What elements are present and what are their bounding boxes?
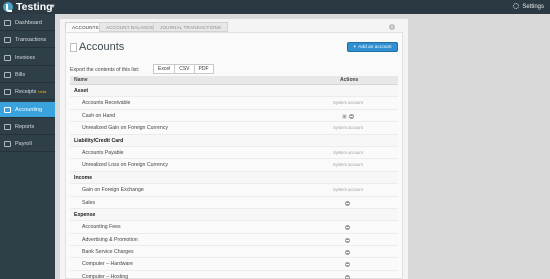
help-icon[interactable]: i [389, 24, 395, 30]
sidebar-item-label: Dashboard [15, 20, 42, 26]
account-name[interactable]: Gain on Foreign Exchange [82, 184, 144, 196]
table-body: Asset Accounts Receivable System account Ca… [70, 85, 398, 279]
chevron-down-icon[interactable]: ▼ [50, 4, 56, 10]
export-excel-button[interactable]: Excel [153, 64, 176, 74]
account-name[interactable]: Unrealized Loss on Foreign Currency [82, 159, 168, 171]
column-header-name: Name [74, 77, 88, 83]
system-account-label: System account [333, 100, 363, 106]
transactions-icon [4, 37, 11, 43]
sidebar-item-label: Reports [15, 124, 35, 130]
remove-icon[interactable] [345, 225, 350, 231]
account-name[interactable]: Unrealized Gain on Foreign Currency [82, 122, 168, 134]
page-title: Accounts [79, 41, 125, 53]
account-name[interactable]: Computer – Hardware [82, 258, 133, 270]
receipts-icon [4, 89, 11, 95]
table-row[interactable]: Unrealized Gain on Foreign Currency Syste… [70, 122, 398, 135]
table-row[interactable]: Unrealized Loss on Foreign Currency Syste… [70, 159, 398, 172]
export-label: Export the contents of this list: [70, 67, 140, 73]
reports-icon [4, 124, 11, 130]
account-name[interactable]: Accounts Receivable [82, 97, 130, 109]
sidebar-item-invoices[interactable]: Invoices [0, 50, 55, 66]
remove-icon[interactable] [349, 113, 354, 119]
sidebar-item-transactions[interactable]: Transactions [0, 32, 55, 48]
settings-label: Settings [522, 4, 544, 10]
system-account-label: System account [333, 125, 363, 131]
group-name: Expense [74, 211, 96, 218]
group-name: Income [74, 174, 93, 181]
system-account-label: System account [333, 149, 363, 155]
remove-icon[interactable] [345, 237, 350, 243]
group-name: Liability/Credit Card [74, 137, 124, 144]
account-name[interactable]: Accounts Payable [82, 147, 124, 159]
beta-badge: beta [38, 89, 47, 94]
table-row[interactable]: Accounts Payable System account [70, 147, 398, 160]
account-name[interactable]: Sales [82, 197, 95, 209]
account-name[interactable]: Cash on Hand [82, 110, 115, 122]
group-name: Asset [74, 88, 89, 94]
plus-icon: + [353, 45, 357, 50]
remove-icon[interactable] [345, 274, 350, 279]
accounts-panel: Accounts + Add an account Export the cont… [65, 32, 403, 279]
sidebar-item-dashboard[interactable]: Dashboard [0, 15, 55, 31]
invoices-icon [4, 55, 11, 61]
sidebar: Dashboard Transactions Invoices Bills Receip… [0, 14, 55, 279]
account-name[interactable]: Bank Service Charges [82, 246, 134, 258]
export-buttons: Excel CSV PDF [153, 64, 214, 74]
sidebar-item-label: Receipts [15, 89, 37, 95]
sidebar-item-label: Transactions [15, 37, 47, 43]
account-group-row: Liability/Credit Card [70, 134, 398, 147]
table-row[interactable]: Bank Service Charges [70, 246, 398, 259]
system-account-label: System account [333, 187, 363, 193]
table-row[interactable]: Computer – Hardware [70, 258, 398, 271]
account-group-row: Asset [70, 85, 398, 98]
system-account-label: System account [333, 162, 363, 168]
payroll-icon [4, 141, 11, 147]
sidebar-item-payroll[interactable]: Payroll [0, 136, 55, 152]
sidebar-item-label: Invoices [15, 55, 36, 61]
remove-icon[interactable] [345, 262, 350, 268]
main-panel: ACCOUNTS ACCOUNT BALANCES JOURNAL TRANSA… [60, 19, 408, 279]
dashboard-icon [4, 20, 11, 26]
top-bar: Testing ▼ Settings [0, 0, 550, 14]
table-header: Name Actions [70, 76, 398, 85]
table-row[interactable]: Accounting Fees [70, 221, 398, 234]
remove-icon[interactable] [345, 200, 350, 206]
accounting-icon [4, 107, 11, 113]
account-group-row: Expense [70, 208, 398, 222]
table-row[interactable]: Accounts Receivable System account [70, 97, 398, 110]
app-title[interactable]: Testing [16, 0, 53, 14]
gear-icon [513, 3, 520, 10]
export-pdf-button[interactable]: PDF [193, 64, 214, 74]
account-name[interactable]: Accounting Fees [82, 221, 121, 233]
sidebar-item-bills[interactable]: Bills [0, 67, 55, 83]
add-account-button[interactable]: + Add an account [347, 42, 398, 52]
account-group-row: Income [70, 171, 398, 185]
table-row[interactable]: Sales [70, 197, 398, 209]
export-csv-button[interactable]: CSV [174, 64, 195, 74]
tab-journal-transactions[interactable]: JOURNAL TRANSACTIONS [153, 22, 229, 32]
sidebar-item-label: Accounting [15, 107, 43, 113]
column-header-actions: Actions [340, 77, 359, 83]
settings-button[interactable]: Settings [513, 0, 544, 14]
app-logo-icon[interactable] [3, 2, 13, 12]
account-name[interactable]: Advertising & Promotion [82, 234, 138, 246]
table-row[interactable]: Advertising & Promotion [70, 234, 398, 247]
document-icon [70, 43, 77, 52]
edit-gear-icon[interactable] [342, 113, 347, 119]
sidebar-item-label: Payroll [15, 141, 32, 147]
remove-icon[interactable] [345, 250, 350, 256]
table-row[interactable]: Cash on Hand [70, 110, 398, 123]
table-row[interactable]: Gain on Foreign Exchange System account [70, 184, 398, 197]
bills-icon [4, 72, 11, 78]
sidebar-item-accounting[interactable]: Accounting [0, 102, 55, 118]
table-row[interactable]: Computer – Hosting [70, 271, 398, 279]
sidebar-item-reports[interactable]: Reports [0, 119, 55, 135]
account-name[interactable]: Computer – Hosting [82, 271, 128, 279]
add-account-label: Add an account [358, 45, 392, 50]
background [408, 14, 550, 279]
sidebar-item-label: Bills [15, 72, 26, 78]
sidebar-item-receipts[interactable]: Receipts beta [0, 84, 55, 100]
accounts-table: Name Actions Asset Accounts Receivable Sys… [70, 76, 398, 279]
